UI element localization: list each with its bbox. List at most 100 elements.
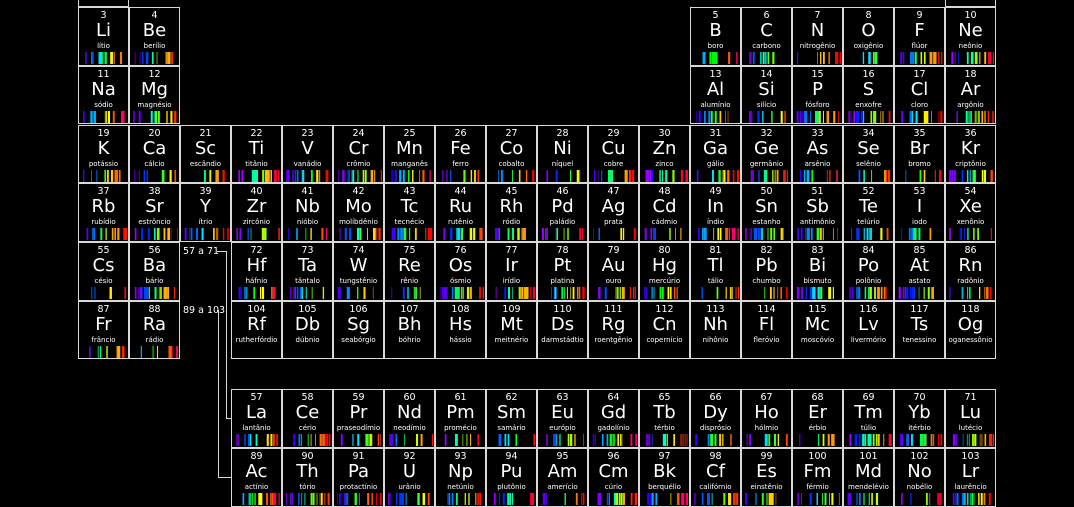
element-cell-tb[interactable]: 65 Tb térbio: [639, 389, 690, 448]
element-cell-cf[interactable]: 98 Cf califórnio: [690, 448, 741, 507]
element-cell-po[interactable]: 84 Po polônio: [843, 242, 894, 301]
element-cell-ni[interactable]: 28 Ni níquel: [537, 124, 588, 183]
element-cell-ra[interactable]: 88 Ra rádio: [129, 300, 180, 360]
element-cell-bh[interactable]: 107 Bh bóhrio: [384, 300, 435, 360]
element-cell-ag[interactable]: 47 Ag prata: [588, 183, 639, 242]
element-cell-si[interactable]: 14 Si silício: [741, 65, 792, 125]
element-cell-n[interactable]: 7 Nnitrogênio: [792, 7, 843, 66]
element-cell-v[interactable]: 23 Vvanádio: [282, 124, 333, 183]
element-cell-tm[interactable]: 69 Tm túlio: [843, 389, 894, 448]
element-cell-hs[interactable]: 108 Hs hássio: [435, 300, 486, 360]
element-cell-cd[interactable]: 48 Cd cádmio: [639, 183, 690, 242]
element-cell-ir[interactable]: 77 Ir irídio: [486, 242, 537, 301]
element-cell-ta[interactable]: 73 Ta tântalo: [282, 242, 333, 301]
element-cell-fr[interactable]: 87 Fr frâncio: [78, 300, 129, 360]
element-cell-mt[interactable]: 109 Mt meitnério: [486, 300, 537, 360]
element-cell-sg[interactable]: 106 Sg seabórgio: [333, 300, 384, 360]
element-cell-cu[interactable]: 29 Cu cobre: [588, 124, 639, 183]
element-cell-tc[interactable]: 43 Tc tecnécio: [384, 183, 435, 242]
element-cell-ge[interactable]: 32 Ge germânio: [741, 124, 792, 183]
element-cell-o[interactable]: 8 Ooxigênio: [843, 7, 894, 66]
element-cell-c[interactable]: 6 Ccarbono: [741, 7, 792, 66]
element-cell-gd[interactable]: 64 Gd gadolínio: [588, 389, 639, 448]
element-cell-u[interactable]: 92 Uurânio: [384, 448, 435, 507]
element-cell-nd[interactable]: 60 Nd neodímio: [384, 389, 435, 448]
element-cell-hg[interactable]: 80 Hg mercúrio: [639, 242, 690, 301]
element-cell-sr[interactable]: 38 Sr estrôncio: [129, 183, 180, 242]
element-cell-kr[interactable]: 36 Kr criptônio: [945, 124, 996, 183]
element-cell-ce[interactable]: 58 Ce cério: [282, 389, 333, 448]
element-cell-be[interactable]: 4 Be berílio: [129, 7, 180, 66]
element-cell-cl[interactable]: 17 Cl cloro: [894, 65, 945, 125]
element-cell-te[interactable]: 52 Te telúrio: [843, 183, 894, 242]
element-cell-na[interactable]: 11 Na sódio: [78, 65, 129, 125]
element-cell-pa[interactable]: 91 Pa protactínio: [333, 448, 384, 507]
element-cell-lv[interactable]: 116 Lv livermório: [843, 300, 894, 360]
element-cell-eu[interactable]: 63 Eu európio: [537, 389, 588, 448]
element-cell-ac[interactable]: 89 Ac actínio: [231, 448, 282, 507]
element-cell-os[interactable]: 76 Os ósmio: [435, 242, 486, 301]
element-cell-zn[interactable]: 30 Zn zinco: [639, 124, 690, 183]
element-cell-hf[interactable]: 72 Hf háfnio: [231, 242, 282, 301]
element-cell-xe[interactable]: 54 Xe xenônio: [945, 183, 996, 242]
element-cell-sn[interactable]: 50 Sn estanho: [741, 183, 792, 242]
element-cell-br[interactable]: 35 Br bromo: [894, 124, 945, 183]
element-cell-zr[interactable]: 40 Zr zircônio: [231, 183, 282, 242]
element-cell-ho[interactable]: 67 Ho hólmio: [741, 389, 792, 448]
element-cell-li[interactable]: 3 Li lítio: [78, 7, 129, 66]
element-cell-at[interactable]: 85 At astato: [894, 242, 945, 301]
element-cell-bi[interactable]: 83 Bi bismuto: [792, 242, 843, 301]
element-cell-i[interactable]: 53 Iiodo: [894, 183, 945, 242]
element-cell-y[interactable]: 39 Yítrio: [180, 183, 231, 242]
element-cell-cn[interactable]: 112 Cn copernício: [639, 300, 690, 360]
element-cell-b[interactable]: 5 Bboro: [690, 7, 741, 66]
element-cell-nb[interactable]: 41 Nb nióbio: [282, 183, 333, 242]
element-cell-dy[interactable]: 66 Dy disprósio: [690, 389, 741, 448]
element-cell-co[interactable]: 27 Co cobalto: [486, 124, 537, 183]
element-cell-am[interactable]: 95 Am amerício: [537, 448, 588, 507]
element-cell-sc[interactable]: 21 Sc escândio: [180, 124, 231, 183]
element-cell-sb[interactable]: 51 Sb antimônio: [792, 183, 843, 242]
element-cell-es[interactable]: 99 Es einstênio: [741, 448, 792, 507]
element-cell-rf[interactable]: 104 Rf rutherfórdio: [231, 300, 282, 360]
element-cell-ti[interactable]: 22 Ti titânio: [231, 124, 282, 183]
element-cell-au[interactable]: 79 Au ouro: [588, 242, 639, 301]
element-cell-rb[interactable]: 37 Rb rubídio: [78, 183, 129, 242]
element-cell-se[interactable]: 34 Se selênio: [843, 124, 894, 183]
element-cell-sm[interactable]: 62 Sm samário: [486, 389, 537, 448]
element-cell-rg[interactable]: 111 Rg roentgênio: [588, 300, 639, 360]
element-cell-og[interactable]: 118 Og oganessônio: [945, 300, 996, 360]
element-cell-rh[interactable]: 45 Rh ródio: [486, 183, 537, 242]
element-cell-no[interactable]: 102 No nobélio: [894, 448, 945, 507]
element-cell-cr[interactable]: 24 Cr crômio: [333, 124, 384, 183]
element-cell-cm[interactable]: 96 Cm cúrio: [588, 448, 639, 507]
element-cell-bk[interactable]: 97 Bk berquélio: [639, 448, 690, 507]
element-cell-er[interactable]: 68 Er érbio: [792, 389, 843, 448]
element-cell-md[interactable]: 101 Md mendelévio: [843, 448, 894, 507]
element-cell-fe[interactable]: 26 Fe ferro: [435, 124, 486, 183]
element-cell-f[interactable]: 9 Fflúor: [894, 7, 945, 66]
element-cell-yb[interactable]: 70 Yb itérbio: [894, 389, 945, 448]
element-cell-s[interactable]: 16 Senxofre: [843, 65, 894, 125]
element-cell-pu[interactable]: 94 Pu plutônio: [486, 448, 537, 507]
element-cell-re[interactable]: 75 Re rênio: [384, 242, 435, 301]
element-cell-th[interactable]: 90 Th tório: [282, 448, 333, 507]
element-cell-al[interactable]: 13 Al alumínio: [690, 65, 741, 125]
element-cell-ca[interactable]: 20 Ca cálcio: [129, 124, 180, 183]
element-cell-np[interactable]: 93 Np netúnio: [435, 448, 486, 507]
element-cell-nh[interactable]: 113 Nh nihônio: [690, 300, 741, 360]
element-cell-w[interactable]: 74 Wtungstênio: [333, 242, 384, 301]
element-cell-mn[interactable]: 25 Mn manganês: [384, 124, 435, 183]
element-cell-ne[interactable]: 10 Ne neônio: [945, 7, 996, 66]
element-cell-ds[interactable]: 110 Ds darmstádtio: [537, 300, 588, 360]
element-cell-db[interactable]: 105 Db dúbnio: [282, 300, 333, 360]
element-cell-lr[interactable]: 103 Lr laurêncio: [945, 448, 996, 507]
element-cell-la[interactable]: 57 La lantânio: [231, 389, 282, 448]
element-cell-fl[interactable]: 114 Fl fleróvio: [741, 300, 792, 360]
element-cell-ba[interactable]: 56 Ba bário: [129, 242, 180, 301]
element-cell-ga[interactable]: 31 Ga gálio: [690, 124, 741, 183]
element-cell-pt[interactable]: 78 Pt platina: [537, 242, 588, 301]
element-cell-tl[interactable]: 81 Tl tálio: [690, 242, 741, 301]
element-cell-mg[interactable]: 12 Mg magnésio: [129, 65, 180, 125]
element-cell-in[interactable]: 49 In índio: [690, 183, 741, 242]
